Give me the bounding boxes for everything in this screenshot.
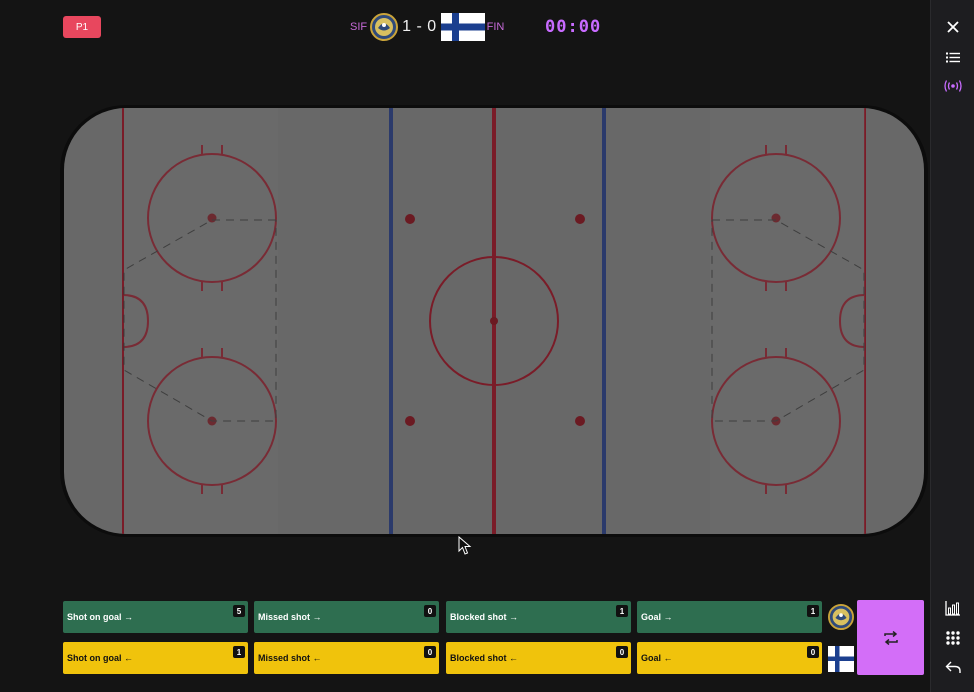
count-badge: 1 [807, 605, 819, 617]
swap-direction-button[interactable] [857, 600, 924, 675]
hockey-rink[interactable] [60, 105, 928, 537]
menu-grid-button[interactable] [939, 624, 967, 652]
undo-icon [945, 661, 961, 673]
button-label: Missed shot ← [258, 653, 322, 663]
button-label: Blocked shot ← [450, 653, 519, 663]
count-badge: 1 [616, 605, 628, 617]
undo-button[interactable] [939, 653, 967, 681]
away-goal-button[interactable]: Goal ← 0 [637, 642, 822, 674]
swap-icon [883, 630, 898, 645]
grid-dots-icon [946, 631, 960, 645]
score: 1 - 0 [402, 18, 437, 35]
button-label: Goal → [641, 612, 673, 622]
button-label: Missed shot → [258, 612, 322, 622]
away-missed-shot-button[interactable]: Missed shot ← 0 [254, 642, 439, 674]
count-badge: 0 [424, 646, 436, 658]
neutral-faceoff-dot [575, 416, 585, 426]
neutral-faceoff-dot [405, 214, 415, 224]
away-team-flag-small [828, 646, 854, 672]
statistics-button[interactable] [939, 594, 967, 622]
away-team-flag [440, 13, 485, 41]
close-button[interactable] [939, 13, 967, 41]
list-icon [946, 52, 960, 62]
live-broadcast-button[interactable] [939, 72, 967, 100]
neutral-faceoff-dot [405, 416, 415, 426]
count-badge: 0 [424, 605, 436, 617]
count-badge: 1 [233, 646, 245, 658]
button-label: Shot on goal ← [67, 653, 133, 663]
home-shot-on-goal-button[interactable]: Shot on goal → 5 [63, 601, 248, 633]
center-faceoff-dot [490, 317, 498, 325]
away-blocked-shot-button[interactable]: Blocked shot ← 0 [446, 642, 631, 674]
button-label: Goal ← [641, 653, 673, 663]
button-label: Blocked shot → [450, 612, 519, 622]
home-blocked-shot-button[interactable]: Blocked shot → 1 [446, 601, 631, 633]
right-sidebar [930, 0, 974, 692]
broadcast-icon [944, 80, 962, 92]
bar-chart-icon [945, 601, 960, 616]
home-team-code: SIF [350, 21, 368, 33]
away-team-code: FIN [486, 21, 505, 33]
mouse-cursor-icon [458, 536, 472, 555]
close-icon [947, 21, 959, 33]
period-badge[interactable]: P1 [63, 16, 101, 38]
event-list-button[interactable] [939, 43, 967, 71]
home-missed-shot-button[interactable]: Missed shot → 0 [254, 601, 439, 633]
count-badge: 0 [807, 646, 819, 658]
neutral-faceoff-dot [575, 214, 585, 224]
count-badge: 5 [233, 605, 245, 617]
home-team-logo-small [828, 604, 854, 630]
button-label: Shot on goal → [67, 612, 133, 622]
away-shot-on-goal-button[interactable]: Shot on goal ← 1 [63, 642, 248, 674]
game-clock: 00:00 [545, 17, 602, 37]
home-team-logo [370, 13, 399, 41]
main-area: P1 SIF 1 - 0 FIN 00:00 Shot on goal → 5 … [0, 0, 930, 692]
scoreboard: SIF 1 - 0 FIN [350, 12, 504, 42]
count-badge: 0 [616, 646, 628, 658]
home-goal-button[interactable]: Goal → 1 [637, 601, 822, 633]
